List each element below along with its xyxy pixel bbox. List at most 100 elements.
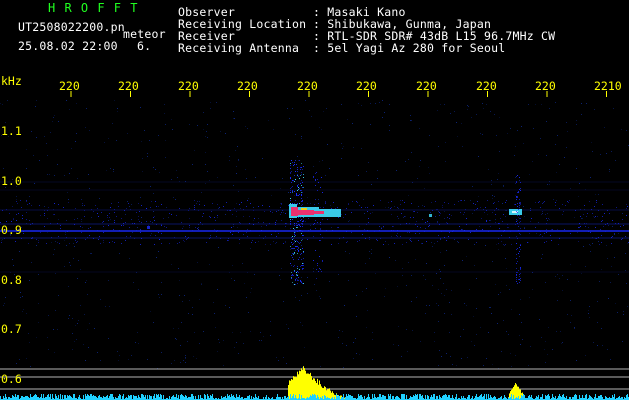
noise-speck (440, 278, 441, 279)
echo-speck (516, 272, 517, 273)
echo-speck (294, 191, 295, 192)
noise-speck (57, 242, 58, 243)
noise-speck (566, 147, 567, 148)
noise-speck (99, 236, 100, 237)
noise-speck (389, 130, 390, 131)
x-tick-label: 220 (59, 79, 80, 93)
noise-speck (156, 206, 157, 207)
baseline-bar (393, 396, 394, 400)
noise-speck (320, 207, 321, 208)
noise-speck (486, 358, 487, 359)
noise-speck (389, 257, 390, 258)
noise-speck (580, 216, 581, 217)
noise-speck (111, 203, 112, 204)
noise-speck (551, 240, 552, 241)
echo-speck (292, 192, 293, 193)
noise-speck (47, 218, 48, 219)
noise-speck (359, 354, 360, 355)
baseline-bar (210, 395, 211, 400)
baseline-bar (195, 396, 196, 400)
noise-speck (310, 229, 311, 230)
noise-speck (88, 228, 89, 229)
noise-speck (15, 241, 16, 242)
noise-speck (285, 242, 286, 243)
echo-speck (296, 164, 297, 165)
noise-speck (527, 242, 528, 243)
noise-speck (23, 233, 24, 234)
noise-speck (48, 349, 49, 350)
echo-speck (520, 202, 521, 203)
noise-speck (520, 234, 521, 235)
noise-speck (12, 206, 13, 207)
noise-speck (176, 215, 177, 216)
echo-speck (301, 223, 302, 224)
noise-speck (535, 202, 536, 203)
baseline-bar (60, 394, 61, 400)
noise-speck (184, 241, 185, 242)
noise-speck (118, 206, 119, 207)
noise-speck (128, 203, 129, 204)
echo-speck (292, 190, 293, 191)
noise-speck (409, 239, 410, 240)
noise-speck (411, 203, 412, 204)
echo-speck (302, 223, 303, 224)
baseline-bar (156, 394, 157, 400)
noise-speck (201, 192, 202, 193)
noise-speck (218, 247, 219, 248)
noise-speck (551, 229, 552, 230)
echo-speck (299, 160, 300, 161)
noise-speck (590, 245, 591, 246)
noise-speck (464, 303, 465, 304)
baseline-bar (193, 396, 194, 400)
noise-speck (180, 362, 181, 363)
echo-speck (291, 242, 292, 243)
echo-speck (303, 187, 304, 188)
noise-speck (368, 222, 369, 223)
baseline-bar (372, 394, 373, 400)
baseline-bar (383, 395, 384, 400)
noise-speck (19, 251, 20, 252)
noise-speck (344, 305, 345, 306)
noise-speck (451, 215, 452, 216)
noise-speck (611, 243, 612, 244)
noise-speck (519, 222, 520, 223)
noise-speck (607, 349, 608, 350)
echo-speck (517, 223, 518, 224)
noise-speck (477, 208, 478, 209)
noise-speck (238, 232, 239, 233)
noise-speck (236, 216, 237, 217)
baseline-bar (349, 395, 350, 400)
noise-speck (28, 243, 29, 244)
noise-speck (233, 111, 234, 112)
noise-speck (401, 356, 402, 357)
noise-speck (410, 115, 411, 116)
noise-speck (533, 128, 534, 129)
echo-speck (295, 179, 296, 180)
noise-speck (610, 359, 611, 360)
echo-speck (517, 197, 518, 198)
baseline-bar (415, 394, 416, 400)
noise-speck (135, 342, 136, 343)
noise-speck (308, 218, 309, 219)
baseline-bar (396, 396, 397, 400)
baseline-bar (347, 396, 348, 400)
noise-speck (218, 339, 219, 340)
noise-speck (38, 322, 39, 323)
echo-speck (520, 190, 521, 191)
baseline-bar (601, 395, 602, 400)
baseline-bar (317, 395, 318, 400)
noise-speck (57, 149, 58, 150)
noise-speck (471, 117, 472, 118)
noise-speck (223, 340, 224, 341)
noise-speck (236, 342, 237, 343)
noise-speck (444, 211, 445, 212)
echo-speck (313, 176, 314, 177)
noise-speck (511, 244, 512, 245)
noise-speck (379, 102, 380, 103)
noise-speck (558, 244, 559, 245)
noise-speck (560, 331, 561, 332)
noise-speck (16, 201, 17, 202)
echo-speck (517, 238, 518, 239)
noise-speck (596, 202, 597, 203)
noise-speck (528, 104, 529, 105)
